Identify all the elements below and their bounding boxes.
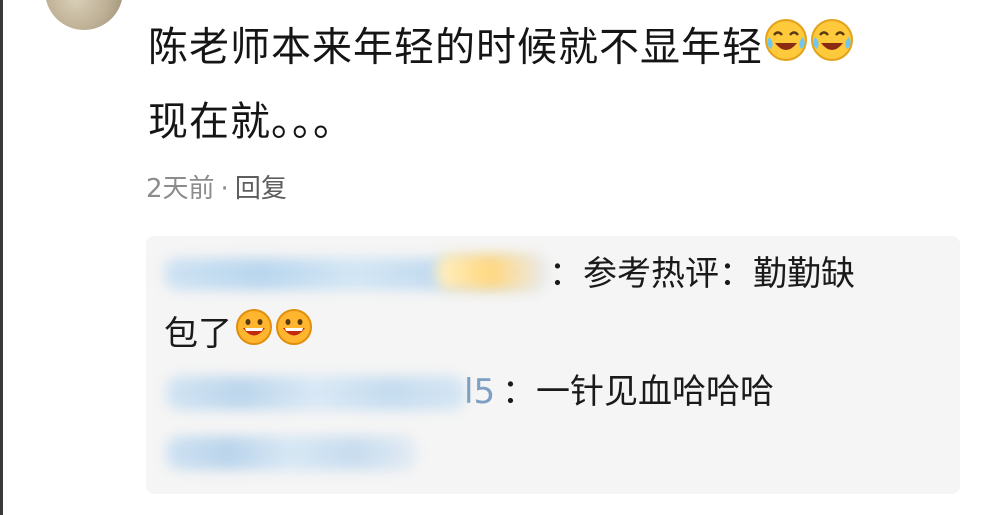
timestamp: 2天前 (146, 174, 215, 204)
blurred-author-name[interactable] (166, 436, 416, 470)
grin-icon (274, 307, 314, 358)
meta-separator: · (220, 174, 229, 204)
window-edge (0, 0, 3, 515)
comment-text-line1: 陈老师本来年轻的时候就不显年轻 (148, 17, 855, 79)
comment-text: 陈老师本来年轻的时候就不显年轻 (148, 24, 763, 71)
reply-text-continued: 包了 (164, 307, 314, 361)
laughing-tears-icon (809, 17, 855, 76)
reply-text: ：一针见血哈哈哈 (502, 372, 774, 412)
blurred-author-name[interactable] (166, 376, 466, 410)
reply-author-suffix[interactable]: l5 (464, 370, 495, 414)
comment-meta: 2天前 · 回复 (146, 168, 287, 205)
reply-list: ：参考热评：勤勤缺 包了 l5 ：一针见血哈哈哈 (146, 236, 960, 494)
grin-icon (234, 307, 274, 358)
reply-button[interactable]: 回复 (235, 174, 287, 204)
laughing-tears-icon (763, 17, 809, 76)
reply-text: ：参考热评：勤勤缺 (549, 254, 855, 294)
blurred-author-name (436, 254, 546, 290)
comment-text-line2: 现在就。。。 (148, 99, 354, 145)
avatar[interactable] (45, 0, 123, 30)
